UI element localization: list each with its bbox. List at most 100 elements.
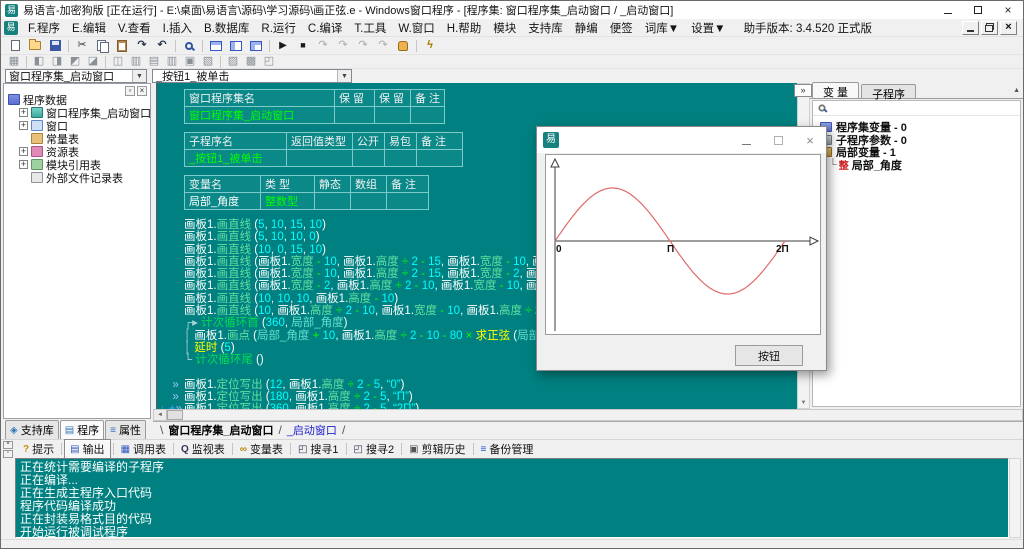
close-output-button[interactable]: × xyxy=(3,441,13,449)
menu-item-1[interactable]: E.编辑 xyxy=(66,23,112,35)
output-tab-3[interactable]: Q监视表 xyxy=(176,440,230,458)
program-close-button[interactable]: × xyxy=(794,127,826,153)
align-right-button[interactable]: ◨ xyxy=(48,56,66,68)
table-value-cell[interactable] xyxy=(315,193,351,210)
output-tab-5[interactable]: ◰搜寻1 xyxy=(293,440,344,458)
panel-tab-1[interactable]: ▤程序 xyxy=(60,420,104,440)
output-tab-4[interactable]: ∞变量表 xyxy=(235,440,288,458)
undo-button[interactable]: ↶ xyxy=(152,38,172,54)
step-over-button[interactable]: ↷ xyxy=(333,38,353,54)
expand-icon[interactable]: + xyxy=(19,147,28,156)
space-vertical-button[interactable]: ▨ xyxy=(224,56,242,68)
run-button[interactable]: ▶ xyxy=(273,38,293,54)
tab-subroutines[interactable]: 子程序 xyxy=(861,84,916,98)
align-bottom-button[interactable]: ◪ xyxy=(84,56,102,68)
tab-variables[interactable]: 变 量 xyxy=(812,82,859,98)
scroll-up-icon[interactable]: ▲ xyxy=(1013,87,1020,94)
menu-item-5[interactable]: R.运行 xyxy=(255,23,302,35)
menu-item-12[interactable]: 静编 xyxy=(569,23,604,35)
variables-tree-item-2[interactable]: 局部变量 - 1 xyxy=(820,146,1018,159)
menu-item-3[interactable]: I.插入 xyxy=(157,23,198,35)
doc-tab-1[interactable]: _启动窗口 xyxy=(285,422,339,438)
pin-panel-button[interactable]: ▫ xyxy=(125,86,135,96)
layout-vertical-button[interactable] xyxy=(226,38,246,54)
code-line[interactable]: » 画板1.定位写出 (12, 画板1.高度 ÷ 2 - 5, “0”) xyxy=(184,379,797,391)
doc-tab-0[interactable]: 窗口程序集_启动窗口 xyxy=(166,422,275,438)
panel-tab-0[interactable]: ◈支持库 xyxy=(5,420,59,440)
find-button[interactable] xyxy=(179,38,199,54)
menu-item-9[interactable]: H.帮助 xyxy=(441,23,488,35)
output-scrollbar[interactable] xyxy=(1009,458,1021,538)
copy-button[interactable] xyxy=(92,38,112,54)
scrollbar-thumb[interactable] xyxy=(167,410,183,420)
pause-button[interactable] xyxy=(393,38,413,54)
same-size-button[interactable]: ▣ xyxy=(181,56,199,68)
table-value-cell[interactable]: 窗口程序集_启动窗口 xyxy=(185,107,335,124)
table-value-cell[interactable] xyxy=(375,107,411,124)
step-out-button[interactable]: ↷ xyxy=(353,38,373,54)
same-width-button[interactable]: ▤ xyxy=(145,56,163,68)
menu-item-7[interactable]: T.工具 xyxy=(348,23,392,35)
menu-item-13[interactable]: 便签 xyxy=(604,23,639,35)
output-tab-8[interactable]: ≡备份管理 xyxy=(476,440,539,458)
open-button[interactable] xyxy=(25,38,45,54)
output-tab-0[interactable]: ?提示 xyxy=(18,440,59,458)
program-minimize-button[interactable] xyxy=(730,127,762,153)
mdi-minimize-button[interactable] xyxy=(962,21,979,35)
dock-output-button[interactable]: ▫ xyxy=(3,450,13,458)
table-value-cell[interactable] xyxy=(387,193,429,210)
new-file-button[interactable] xyxy=(5,38,25,54)
expand-icon[interactable]: + xyxy=(19,108,28,117)
table-value-cell[interactable] xyxy=(287,150,353,167)
menu-item-4[interactable]: B.数据库 xyxy=(198,23,255,35)
tree-item-0[interactable]: +窗口程序集_启动窗口 xyxy=(8,106,148,119)
chevron-down-icon[interactable]: ▼ xyxy=(132,70,146,82)
program-window-titlebar[interactable]: 易 × xyxy=(537,127,826,153)
same-height-button[interactable]: ▥ xyxy=(163,56,181,68)
collapse-panel-button[interactable]: » xyxy=(794,84,812,97)
table-value-cell[interactable] xyxy=(335,107,375,124)
code-line[interactable]: » 画板1.定位写出 (180, 画板1.高度 ÷ 2 - 5, “Π”) xyxy=(184,391,797,403)
menu-app-icon[interactable]: 易 xyxy=(4,21,18,35)
mdi-restore-button[interactable] xyxy=(981,21,998,35)
table-value-cell[interactable] xyxy=(417,150,463,167)
mdi-close-button[interactable]: × xyxy=(1000,21,1017,35)
stop-button[interactable]: ■ xyxy=(293,38,313,54)
size-to-grid-button[interactable]: ▩ xyxy=(242,56,260,68)
expand-icon[interactable]: + xyxy=(19,160,28,169)
output-tab-2[interactable]: ▦调用表 xyxy=(116,440,171,458)
close-button[interactable]: × xyxy=(993,1,1023,19)
output-tab-1[interactable]: ▤输出 xyxy=(64,439,110,459)
bring-front-button[interactable]: ◰ xyxy=(260,56,278,68)
panel-tab-2[interactable]: ≡属性 xyxy=(105,420,146,440)
menu-item-8[interactable]: W.窗口 xyxy=(392,23,440,35)
run-to-cursor-button[interactable]: ↷ xyxy=(373,38,393,54)
center-horizontal-button[interactable]: ◫ xyxy=(109,56,127,68)
step-into-button[interactable]: ↷ xyxy=(313,38,333,54)
expand-icon[interactable]: + xyxy=(19,121,28,130)
align-top-button[interactable]: ◩ xyxy=(66,56,84,68)
scroll-down-icon[interactable]: ▼ xyxy=(798,397,809,408)
cut-button[interactable]: ✂ xyxy=(72,38,92,54)
menu-item-0[interactable]: F.程序 xyxy=(22,23,66,35)
center-vertical-button[interactable]: ▥ xyxy=(127,56,145,68)
table-value-cell[interactable] xyxy=(353,150,385,167)
menu-item-6[interactable]: C.编译 xyxy=(302,23,349,35)
menu-item-11[interactable]: 支持库 xyxy=(522,23,569,35)
maximize-button[interactable] xyxy=(963,1,993,19)
paste-button[interactable] xyxy=(112,38,132,54)
chevron-down-icon[interactable]: ▼ xyxy=(337,70,351,82)
table-value-cell[interactable] xyxy=(385,150,417,167)
output-tab-6[interactable]: ◰搜寻2 xyxy=(349,440,400,458)
menu-item-2[interactable]: V.查看 xyxy=(112,23,157,35)
variables-tree-item-3[interactable]: └整局部_角度 xyxy=(820,159,1018,172)
editor-horizontal-scrollbar[interactable]: ◄ xyxy=(153,409,1023,421)
redo-button[interactable]: ↷ xyxy=(132,38,152,54)
menu-item-10[interactable]: 模块 xyxy=(487,23,522,35)
layout-grid-button[interactable] xyxy=(246,38,266,54)
layout-horizontal-button[interactable] xyxy=(206,38,226,54)
align-left-button[interactable]: ◧ xyxy=(30,56,48,68)
table-value-cell[interactable] xyxy=(351,193,387,210)
output-tab-7[interactable]: ▣剪辑历史 xyxy=(404,440,470,458)
super-find-button[interactable]: ϟ xyxy=(420,38,440,54)
